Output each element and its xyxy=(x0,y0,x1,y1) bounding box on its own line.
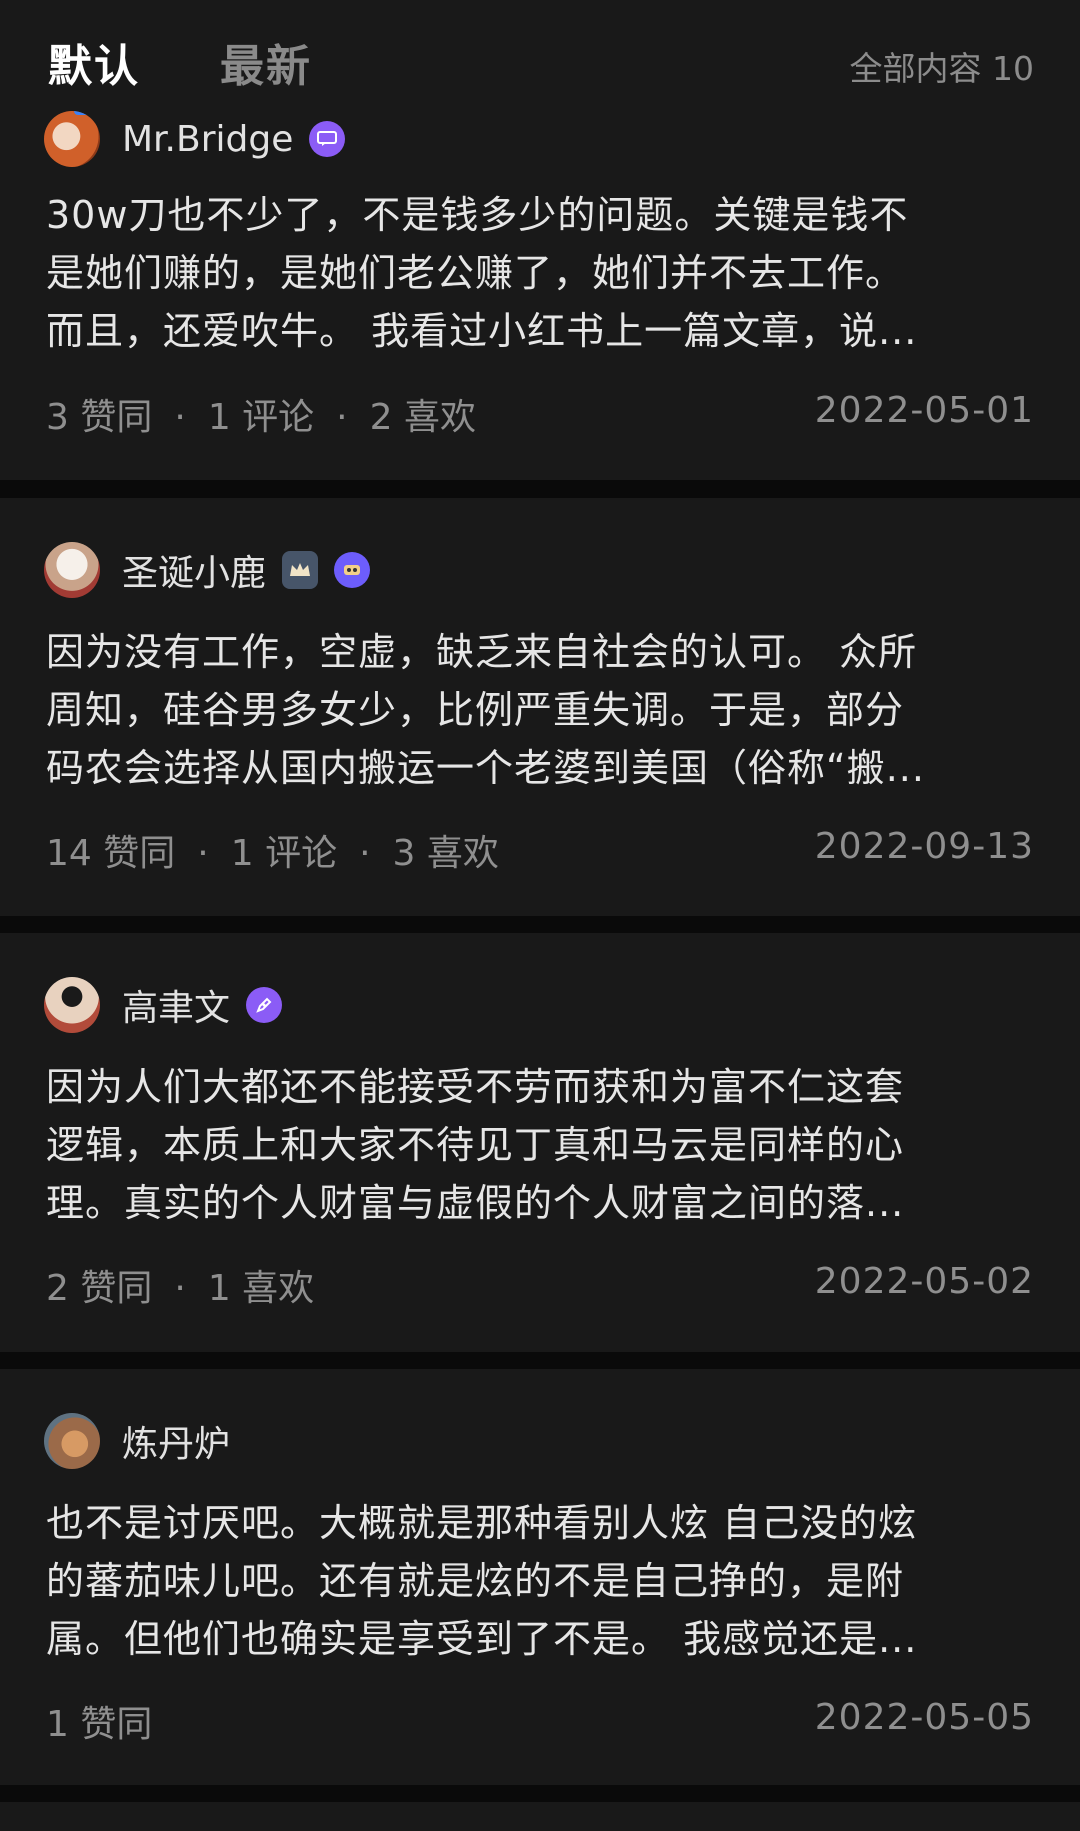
answer-excerpt[interactable]: 因为没有工作，空虚，缺乏来自社会的认可。 众所 周知，硅谷男多女少，比例严重失调… xyxy=(46,623,1036,797)
answer-card[interactable]: 炼丹炉 也不是讨厌吧。大概就是那种看别人炫 自己没的炫 的蕃茄味儿吧。还有就是炫… xyxy=(0,1369,1080,1785)
avatar[interactable] xyxy=(44,542,100,598)
tab-default[interactable]: 默认 xyxy=(48,30,140,94)
answer-excerpt[interactable]: 30w刀也不少了，不是钱多少的问题。关键是钱不 是她们赚的，是她们老公赚了，她们… xyxy=(46,186,1036,360)
stat-separator: · xyxy=(197,833,209,874)
answer-stats: 3 赞同 · 1 评论 · 2 喜欢 xyxy=(46,388,476,440)
like-count: 1 喜欢 xyxy=(207,1268,315,1309)
answer-card[interactable]: 圣诞小鹿 因为没有工作，空虚，缺乏来自社会的认可。 众所 周知，硅谷男多女少，比… xyxy=(0,498,1080,916)
next-card-edge xyxy=(0,1802,1080,1831)
excerpt-line: 码农会选择从国内搬运一个老婆到美国（俗称“搬... xyxy=(46,746,925,790)
answer-card[interactable]: Mr.Bridge 30w刀也不少了，不是钱多少的问题。关键是钱不 是她们赚的，… xyxy=(0,110,1080,480)
author-row[interactable]: 炼丹炉 xyxy=(44,1412,230,1470)
answer-excerpt[interactable]: 也不是讨厌吧。大概就是那种看别人炫 自己没的炫 的蕃茄味儿吧。还有就是炫的不是自… xyxy=(46,1494,1036,1668)
excerpt-line: 逻辑，本质上和大家不待见丁真和马云是同样的心 xyxy=(46,1123,905,1167)
comment-count: 1 评论 xyxy=(207,397,315,438)
answer-stats: 2 赞同 · 1 喜欢 xyxy=(46,1259,314,1311)
answer-list-page: 默认 最新 全部内容 10 Mr.Bridge 30w刀也不少了，不是钱多少的问… xyxy=(0,0,1080,1831)
author-row[interactable]: 高聿文 xyxy=(44,976,283,1034)
like-count: 3 喜欢 xyxy=(392,833,499,874)
pen-badge-icon xyxy=(246,987,283,1023)
avatar[interactable] xyxy=(44,977,100,1033)
excerpt-line: 理。真实的个人财富与虚假的个人财富之间的落... xyxy=(46,1181,905,1225)
author-name[interactable]: 炼丹炉 xyxy=(122,1415,230,1467)
avatar[interactable] xyxy=(44,1413,100,1469)
like-count: 2 喜欢 xyxy=(369,397,476,438)
excerpt-line: 也不是讨厌吧。大概就是那种看别人炫 自己没的炫 xyxy=(46,1501,918,1545)
answer-stats: 14 赞同 · 1 评论 · 3 喜欢 xyxy=(46,824,499,876)
author-name[interactable]: 圣诞小鹿 xyxy=(122,544,266,596)
author-name[interactable]: Mr.Bridge xyxy=(122,119,293,160)
answer-date: 2022-09-13 xyxy=(814,826,1034,867)
excerpt-line: 30w刀也不少了，不是钱多少的问题。关键是钱不 xyxy=(46,193,909,237)
excerpt-line: 的蕃茄味儿吧。还有就是炫的不是自己挣的，是附 xyxy=(46,1559,905,1603)
sort-tab-bar: 默认 最新 全部内容 10 xyxy=(0,0,1080,110)
stat-separator: · xyxy=(174,397,186,438)
upvote-count: 3 赞同 xyxy=(46,397,153,438)
answer-excerpt[interactable]: 因为人们大都还不能接受不劳而获和为富不仁这套 逻辑，本质上和大家不待见丁真和马云… xyxy=(46,1058,1036,1232)
chat-badge-icon xyxy=(309,121,346,157)
comment-count: 1 评论 xyxy=(230,833,338,874)
total-count: 全部内容 10 xyxy=(849,49,1034,88)
excerpt-line: 周知，硅谷男多女少，比例严重失调。于是，部分 xyxy=(46,688,905,732)
author-row[interactable]: 圣诞小鹿 xyxy=(44,541,371,599)
avatar[interactable] xyxy=(44,111,100,167)
stat-separator: · xyxy=(359,833,371,874)
excerpt-line: 因为没有工作，空虚，缺乏来自社会的认可。 众所 xyxy=(46,630,918,674)
upvote-count: 2 赞同 xyxy=(46,1268,153,1309)
upvote-count: 14 赞同 xyxy=(46,833,176,874)
crown-badge-icon xyxy=(282,551,319,589)
author-row[interactable]: Mr.Bridge xyxy=(44,110,346,168)
excerpt-line: 因为人们大都还不能接受不劳而获和为富不仁这套 xyxy=(46,1065,905,1109)
answer-date: 2022-05-01 xyxy=(814,390,1034,431)
answer-card[interactable]: 高聿文 因为人们大都还不能接受不劳而获和为富不仁这套 逻辑，本质上和大家不待见丁… xyxy=(0,933,1080,1352)
excerpt-line: 是她们赚的，是她们老公赚了，她们并不去工作。 xyxy=(46,251,905,295)
excerpt-line: 属。但他们也确实是享受到了不是。 我感觉还是... xyxy=(46,1617,918,1661)
upvote-count: 1 赞同 xyxy=(46,1704,153,1745)
tab-latest[interactable]: 最新 xyxy=(220,30,312,94)
answer-date: 2022-05-05 xyxy=(814,1697,1034,1738)
stat-separator: · xyxy=(336,397,348,438)
avatar-frame-mark xyxy=(74,111,100,115)
excerpt-line: 而且，还爱吹牛。 我看过小红书上一篇文章，说... xyxy=(46,309,918,353)
author-name[interactable]: 高聿文 xyxy=(122,979,230,1031)
answer-date: 2022-05-02 xyxy=(814,1261,1034,1302)
creator-badge-icon xyxy=(334,552,371,588)
stat-separator: · xyxy=(174,1268,186,1309)
answer-stats: 1 赞同 xyxy=(46,1695,152,1747)
